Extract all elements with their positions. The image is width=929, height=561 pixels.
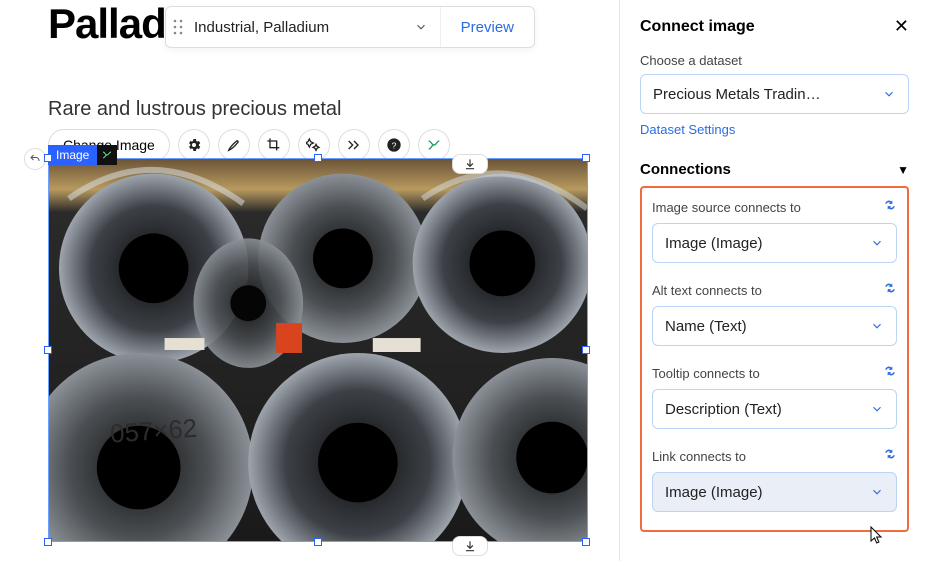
resize-handle[interactable]: [582, 154, 590, 162]
brush-button[interactable]: [218, 129, 250, 161]
cycle-icon[interactable]: [883, 364, 897, 383]
cursor-icon: [869, 526, 885, 549]
collapse-icon[interactable]: ▼: [897, 163, 909, 177]
chevron-down-icon: [870, 236, 884, 250]
drag-handle-icon[interactable]: [166, 19, 190, 35]
animation-button[interactable]: [338, 129, 370, 161]
stretch-handle-bottom[interactable]: [452, 536, 488, 556]
breadcrumb-selector[interactable]: Industrial, Palladium Preview: [165, 6, 535, 48]
data-connect-button[interactable]: [418, 129, 450, 161]
resize-handle[interactable]: [44, 154, 52, 162]
alt-text-select[interactable]: Name (Text): [652, 306, 897, 346]
preview-button[interactable]: Preview: [441, 19, 534, 36]
chevron-down-icon: [870, 319, 884, 333]
connections-highlight: Image source connects to Image (Image) A…: [640, 186, 909, 532]
image-source-select[interactable]: Image (Image): [652, 223, 897, 263]
chevron-down-icon[interactable]: [414, 20, 428, 34]
crop-button[interactable]: [258, 129, 290, 161]
svg-text:?: ?: [391, 140, 396, 150]
panel-title: Connect image: [640, 18, 755, 36]
undo-button[interactable]: [24, 148, 46, 170]
chevron-down-icon: [870, 485, 884, 499]
tooltip-label: Tooltip connects to: [652, 366, 760, 381]
dataset-select-value: Precious Metals Tradin…: [653, 86, 821, 103]
alt-text-label: Alt text connects to: [652, 283, 762, 298]
dataset-settings-link[interactable]: Dataset Settings: [640, 122, 735, 137]
cycle-icon[interactable]: [883, 447, 897, 466]
selected-image[interactable]: 057×62: [48, 158, 588, 542]
resize-handle[interactable]: [582, 538, 590, 546]
resize-handle[interactable]: [314, 538, 322, 546]
breadcrumb-text: Industrial, Palladium: [190, 19, 414, 36]
connect-panel: Connect image ✕ Choose a dataset Preciou…: [619, 0, 929, 561]
cycle-icon[interactable]: [883, 281, 897, 300]
tooltip-select[interactable]: Description (Text): [652, 389, 897, 429]
resize-handle[interactable]: [582, 346, 590, 354]
close-icon[interactable]: ✕: [894, 16, 909, 37]
choose-dataset-label: Choose a dataset: [640, 53, 909, 68]
chevron-down-icon: [870, 402, 884, 416]
element-tag[interactable]: Image: [48, 145, 117, 165]
settings-button[interactable]: [178, 129, 210, 161]
page-subtitle: Rare and lustrous precious metal: [48, 98, 611, 121]
connections-title: Connections: [640, 161, 731, 178]
link-value: Image (Image): [665, 484, 763, 501]
image-source-value: Image (Image): [665, 235, 763, 252]
stretch-handle-top[interactable]: [452, 154, 488, 174]
resize-handle[interactable]: [44, 538, 52, 546]
cycle-icon[interactable]: [883, 198, 897, 217]
alt-text-value: Name (Text): [665, 318, 747, 335]
chevron-down-icon: [882, 87, 896, 101]
dataset-select[interactable]: Precious Metals Tradin…: [640, 74, 909, 114]
data-bound-icon: [97, 145, 117, 165]
image-label-tag: Image: [48, 145, 97, 165]
tooltip-value: Description (Text): [665, 401, 782, 418]
image-toolbar: Change Image ?: [48, 129, 611, 161]
link-select[interactable]: Image (Image): [652, 472, 897, 512]
link-label: Link connects to: [652, 449, 746, 464]
help-button[interactable]: ?: [378, 129, 410, 161]
resize-handle[interactable]: [44, 346, 52, 354]
resize-handle[interactable]: [314, 154, 322, 162]
image-source-label: Image source connects to: [652, 200, 801, 215]
